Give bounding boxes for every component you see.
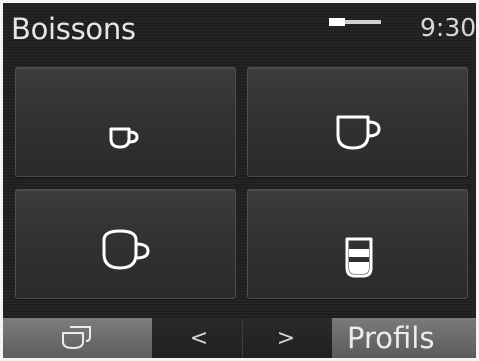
beverage-tile-espresso[interactable] — [15, 67, 236, 177]
cups-icon — [62, 326, 91, 349]
header-bar: Boissons 9:30 — [3, 3, 476, 55]
previous-page-button[interactable]: < — [156, 318, 242, 358]
bottom-navigation-bar: < > Profils — [3, 318, 476, 358]
next-page-button[interactable]: > — [242, 318, 329, 358]
progress-bar — [329, 18, 381, 26]
profiles-label: Profils — [347, 321, 435, 355]
page-title: Boissons — [11, 12, 136, 46]
beverage-tile-latte[interactable] — [247, 189, 468, 299]
beverage-tile-cappuccino[interactable] — [15, 189, 236, 299]
beverage-tile-coffee[interactable] — [247, 67, 468, 177]
clock: 9:30 — [420, 13, 476, 42]
coffee-cup-icon — [336, 115, 381, 150]
progress-fill — [329, 18, 345, 26]
cappuccino-cup-icon — [102, 229, 150, 270]
screen: Boissons 9:30 < > Profils — [3, 3, 476, 358]
profiles-button[interactable]: Profils — [332, 318, 476, 358]
next-arrow: > — [276, 326, 296, 351]
espresso-cup-icon — [109, 127, 139, 149]
latte-glass-icon — [345, 237, 373, 278]
previous-arrow: < — [189, 326, 209, 351]
home-button[interactable] — [3, 318, 152, 358]
